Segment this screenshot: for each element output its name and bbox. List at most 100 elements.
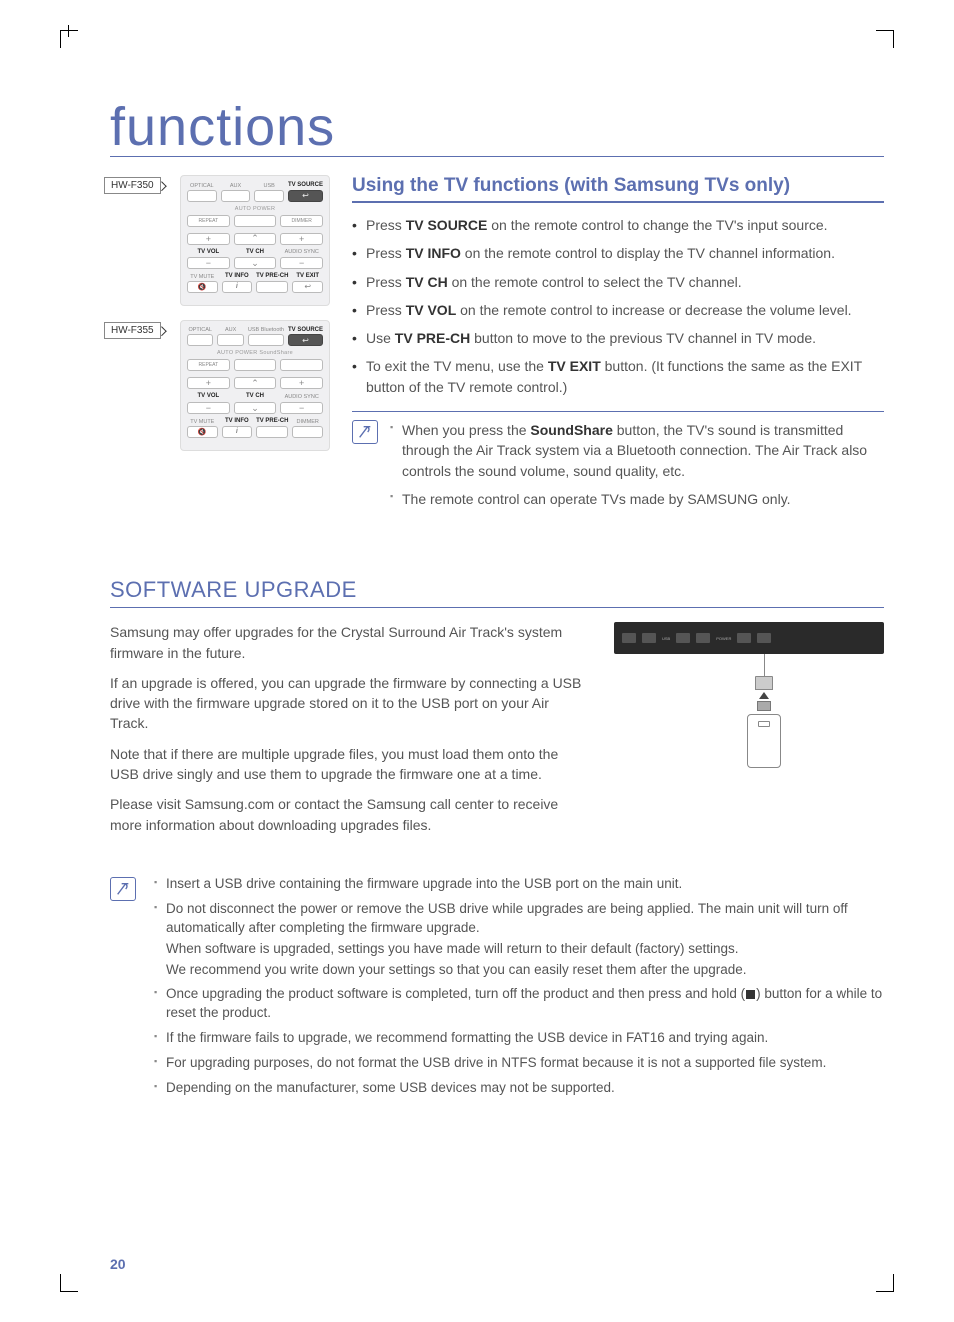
software-notes: Insert a USB drive containing the firmwa… [110,875,884,1104]
list-item: Press TV VOL on the remote control to in… [352,300,884,320]
btn-label: AUDIO SYNC [280,249,323,255]
model-label-f355: HW-F355 [104,322,161,339]
dimmer-button [292,426,323,438]
aux-button [217,334,243,346]
remote-diagrams: HW-F350 OPTICAL AUX USB TV SOURCE AUTO P… [110,175,330,517]
tv-prech-button [256,281,288,293]
list-item: Do not disconnect the power or remove th… [154,900,884,938]
btn-label: TV CH [234,393,277,400]
btn-label: AUDIO SYNC [280,394,323,400]
note-icon [352,420,378,444]
tv-vol-dn [187,257,230,269]
list-item: Use TV PRE-CH button to move to the prev… [352,328,884,348]
sub-line: We recommend you write down your setting… [154,961,884,980]
btn-label: OPTICAL [187,183,217,189]
btn-label: TV SOURCE [288,327,323,334]
tv-vol-dn [187,402,230,414]
list-item: Press TV CH on the remote control to sel… [352,272,884,292]
software-upgrade-text: Samsung may offer upgrades for the Cryst… [110,622,584,845]
tv-section-heading: Using the TV functions (with Samsung TVs… [352,175,884,203]
usb-drive-icon [742,676,786,768]
soundshare-button [280,359,323,371]
list-item: Press TV INFO on the remote control to d… [352,243,884,263]
sub-label: AUTO POWER SoundShare [187,350,323,356]
dimmer-button: DIMMER [280,215,323,227]
btn-label: TV PRE-CH [256,273,288,280]
list-item: To exit the TV menu, use the TV EXIT but… [352,356,884,397]
tv-exit-button [292,281,323,293]
btn-label: TV VOL [187,249,230,256]
sync-dn [280,402,323,414]
aux-button [221,190,251,202]
repeat-button: REPEAT [187,359,230,371]
list-item: Depending on the manufacturer, some USB … [154,1079,884,1098]
btn-label: TV EXIT [292,273,323,280]
note-icon [110,877,136,901]
tv-source-button [288,334,323,346]
optical-button [187,334,213,346]
remote-hw-f350: HW-F350 OPTICAL AUX USB TV SOURCE AUTO P… [110,175,330,306]
crop-mark-bl [60,1274,78,1292]
sub-line: When software is upgraded, settings you … [154,940,884,959]
paragraph: If an upgrade is offered, you can upgrad… [110,673,584,734]
btn-label: AUX [221,183,251,189]
tv-vol-up [187,233,230,245]
tv-ch-dn [234,257,277,269]
btn-label: TV SOURCE [288,182,323,189]
usb-upgrade-diagram: USB POWER [614,622,884,822]
btn-label: TV INFO [222,273,253,280]
list-item: Press TV SOURCE on the remote control to… [352,215,884,235]
model-label-f350: HW-F350 [104,177,161,194]
btn-label: AUX [217,327,243,333]
autopower-button [234,215,277,227]
note-box: When you press the SoundShare button, th… [352,411,884,517]
stop-icon [746,990,755,999]
tv-ch-dn [234,402,277,414]
usb-button [254,190,284,202]
optical-button [187,190,217,202]
paragraph: Note that if there are multiple upgrade … [110,744,584,785]
tv-info-button [222,426,253,438]
crop-mark-br [876,1274,894,1292]
btn-label: USB Bluetooth [248,327,284,333]
paragraph: Please visit Samsung.com or contact the … [110,794,584,835]
list-item: Insert a USB drive containing the firmwa… [154,875,884,894]
tv-mute-button [187,426,218,438]
diagram-label: USB [662,636,670,641]
soundbar-rear: USB POWER [614,622,884,654]
sync-dn [280,257,323,269]
remote-hw-f355: HW-F355 OPTICAL AUX USB Bluetooth TV SOU… [110,320,330,451]
tv-vol-up [187,377,230,389]
autopower-button [234,359,277,371]
btn-label: TV MUTE [187,419,218,425]
tv-prech-button [256,426,288,438]
list-item: The remote control can operate TVs made … [390,489,884,509]
sync-up [280,233,323,245]
repeat-button: REPEAT [187,215,230,227]
paragraph: Samsung may offer upgrades for the Cryst… [110,622,584,663]
page-title: functions [110,100,884,157]
btn-label: USB [254,183,284,189]
list-item: Once upgrading the product software is c… [154,985,884,1023]
btn-label: OPTICAL [187,327,213,333]
usb-bt-button [248,334,284,346]
software-upgrade-heading: SOFTWARE UPGRADE [110,577,884,608]
list-item: If the firmware fails to upgrade, we rec… [154,1029,884,1048]
crop-mark-tl [60,30,78,48]
diagram-label: POWER [716,636,731,641]
tv-ch-up [234,377,277,389]
btn-label: TV VOL [187,393,230,400]
list-item: When you press the SoundShare button, th… [390,420,884,481]
list-item: For upgrading purposes, do not format th… [154,1054,884,1073]
btn-label: TV CH [234,249,277,256]
crop-mark-tr [876,30,894,48]
btn-label: TV INFO [222,418,253,425]
tv-ch-up [234,233,277,245]
tv-source-button [288,190,323,202]
page-number: 20 [110,1256,126,1272]
tv-mute-button [187,281,218,293]
sub-label: AUTO POWER [187,206,323,212]
tv-bullet-list: Press TV SOURCE on the remote control to… [352,215,884,397]
btn-label: DIMMER [292,419,323,425]
tv-info-button [222,281,253,293]
